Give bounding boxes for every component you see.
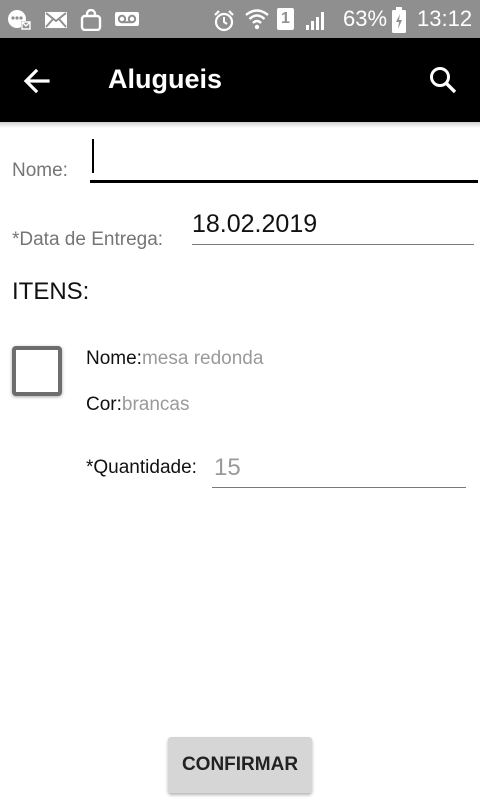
nome-label: Nome: xyxy=(12,160,68,181)
data-entrega-field[interactable]: 18.02.2019 xyxy=(192,208,474,245)
shopping-bag-icon xyxy=(80,9,102,31)
text-caret xyxy=(92,139,94,173)
wifi-icon xyxy=(245,9,269,30)
sim-icon: 1 xyxy=(277,8,294,30)
battery-charging-icon xyxy=(392,7,406,33)
data-entrega-label: *Data de Entrega: xyxy=(12,229,164,250)
item-checkbox[interactable] xyxy=(12,346,62,396)
app-bar-shadow xyxy=(0,122,480,128)
nome-input[interactable] xyxy=(90,134,478,183)
quantidade-field[interactable]: 15 xyxy=(212,451,466,488)
confirmar-button[interactable]: CONFIRMAR xyxy=(168,737,312,793)
item-nome-label: Nome: xyxy=(86,348,142,369)
item-nome-value: mesa redonda xyxy=(141,348,264,369)
clock: 13:12 xyxy=(417,6,473,31)
item-cor-label: Cor: xyxy=(86,394,122,415)
item-cor-line: Cor:brancas xyxy=(86,394,190,416)
data-entrega-value: 18.02.2019 xyxy=(192,210,318,238)
app-bar: Alugueis xyxy=(0,38,480,122)
quantidade-value: 15 xyxy=(214,454,241,481)
item-cor-value: brancas xyxy=(121,394,190,415)
battery-percent: 63% xyxy=(343,6,388,31)
item-nome-line: Nome:mesa redonda xyxy=(86,348,263,370)
arrow-back-icon[interactable] xyxy=(22,66,52,96)
alarm-icon xyxy=(214,10,234,32)
signal-icon xyxy=(306,12,324,30)
status-bar: 1 63% 13:12 xyxy=(0,0,480,38)
quantidade-label: *Quantidade: xyxy=(86,457,197,478)
itens-heading: ITENS: xyxy=(12,278,90,305)
voicemail-icon xyxy=(115,12,139,26)
notification-icon xyxy=(8,10,31,30)
search-icon[interactable] xyxy=(428,65,458,95)
mail-icon xyxy=(45,12,67,28)
sim-number: 1 xyxy=(281,10,290,27)
page-title: Alugueis xyxy=(108,64,223,94)
